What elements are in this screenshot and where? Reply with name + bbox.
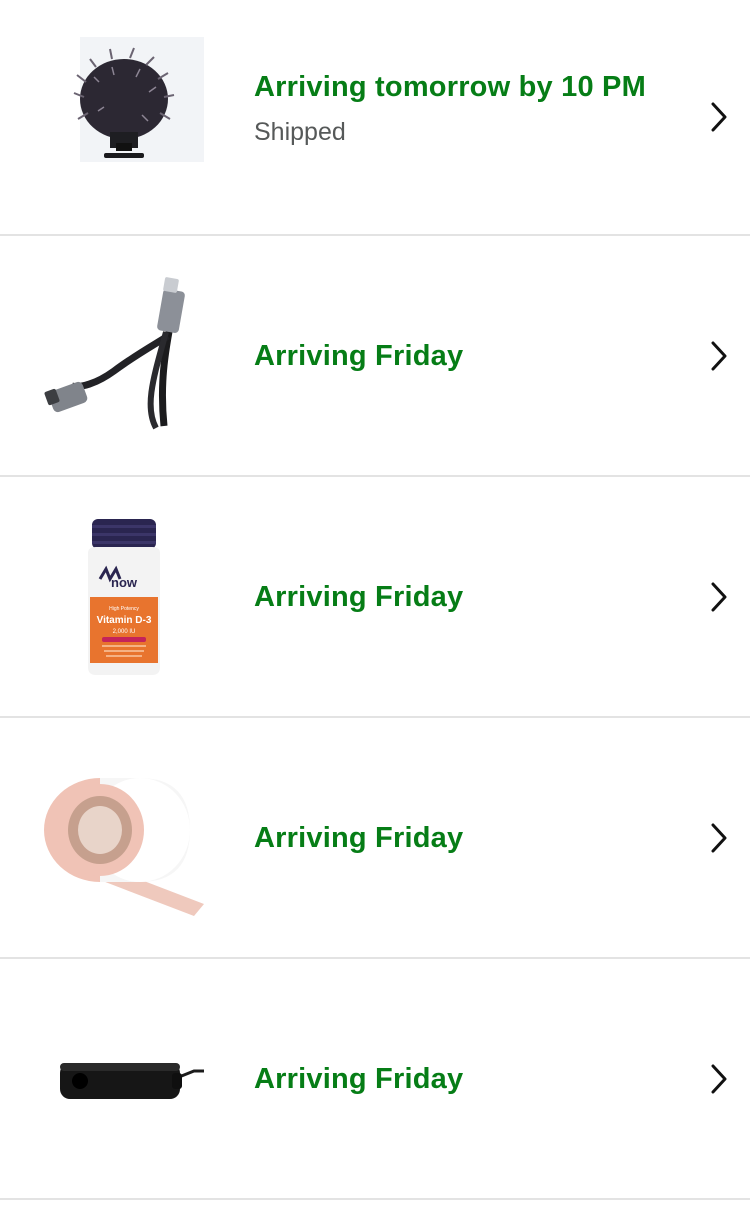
chevron-right-icon[interactable] bbox=[708, 822, 730, 854]
order-row[interactable]: now High Potency Vitamin D-3 2,000 IU Ar… bbox=[0, 477, 750, 718]
product-image[interactable] bbox=[44, 999, 204, 1159]
shipment-status: Shipped bbox=[254, 118, 346, 147]
order-list: Arriving tomorrow by 10 PM Shipped Arriv… bbox=[0, 0, 750, 1200]
lavalier-mic-foam-image bbox=[60, 1062, 204, 1099]
order-info: Arriving tomorrow by 10 PM Shipped bbox=[254, 70, 670, 148]
order-info: Arriving Friday bbox=[254, 339, 670, 373]
microphone-windscreen-image bbox=[73, 37, 204, 162]
product-label-top: High Potency bbox=[109, 606, 139, 612]
product-label-strength: 2,000 IU bbox=[113, 629, 136, 635]
product-image[interactable]: now High Potency Vitamin D-3 2,000 IU bbox=[44, 517, 204, 677]
order-row[interactable]: Arriving Friday bbox=[0, 718, 750, 959]
product-image[interactable] bbox=[44, 276, 204, 436]
product-image[interactable] bbox=[44, 37, 204, 197]
chevron-right-icon[interactable] bbox=[708, 1063, 730, 1095]
order-info: Arriving Friday bbox=[254, 580, 670, 614]
delivery-status: Arriving Friday bbox=[254, 1062, 464, 1095]
order-info: Arriving Friday bbox=[254, 821, 670, 855]
product-image[interactable] bbox=[44, 758, 204, 918]
product-label-name: Vitamin D-3 bbox=[97, 615, 152, 626]
chevron-right-icon[interactable] bbox=[708, 581, 730, 613]
chevron-right-icon[interactable] bbox=[708, 101, 730, 133]
vitamin-d3-bottle-image: now High Potency Vitamin D-3 2,000 IU bbox=[88, 518, 160, 675]
delivery-status: Arriving Friday bbox=[254, 821, 464, 854]
delivery-status: Arriving Friday bbox=[254, 339, 464, 372]
order-row[interactable]: Arriving Friday bbox=[0, 959, 750, 1200]
delivery-status: Arriving Friday bbox=[254, 580, 464, 613]
delivery-status: Arriving tomorrow by 10 PM bbox=[254, 71, 646, 104]
product-label-brand: now bbox=[111, 575, 138, 590]
order-row[interactable]: Arriving tomorrow by 10 PM Shipped bbox=[0, 0, 750, 236]
chevron-right-icon[interactable] bbox=[708, 340, 730, 372]
order-row[interactable]: Arriving Friday bbox=[0, 236, 750, 477]
tape-roll-image bbox=[44, 777, 204, 916]
order-info: Arriving Friday bbox=[254, 1062, 670, 1096]
usb-c-extension-cable-image bbox=[44, 276, 185, 429]
